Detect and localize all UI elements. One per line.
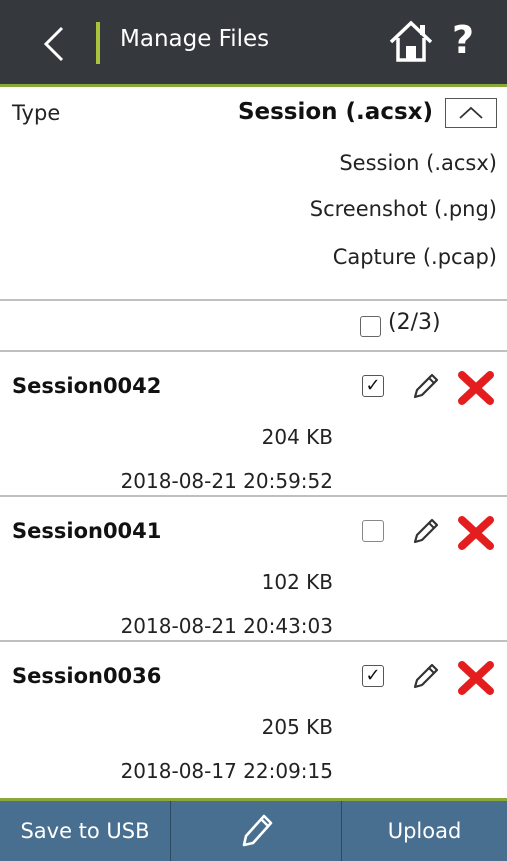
file-checkbox[interactable]: ✓ — [362, 375, 384, 397]
home-icon — [389, 20, 433, 62]
file-size: 205 KB — [261, 715, 333, 739]
pencil-icon — [242, 814, 273, 847]
header-divider — [96, 22, 100, 64]
edit-files-button[interactable] — [171, 801, 342, 861]
page-title: Manage Files — [120, 26, 270, 52]
pencil-icon — [413, 663, 439, 689]
pencil-icon — [413, 518, 439, 544]
pencil-icon — [413, 373, 439, 399]
back-button[interactable] — [34, 22, 78, 66]
delete-button[interactable] — [456, 369, 496, 407]
type-option-session[interactable]: Session (.acsx) — [339, 151, 497, 175]
chevron-left-icon — [43, 26, 64, 62]
file-date: 2018-08-21 20:43:03 — [120, 614, 333, 638]
list-item[interactable]: Session0041 102 KB 2018-08-21 20:43:03 — [0, 497, 507, 640]
file-checkbox[interactable]: ✓ — [362, 665, 384, 687]
edit-button[interactable] — [408, 515, 442, 549]
edit-button[interactable] — [408, 660, 442, 694]
file-date: 2018-08-17 22:09:15 — [120, 759, 333, 783]
help-button[interactable]: ? — [452, 14, 474, 66]
divider — [0, 299, 507, 301]
file-name: Session0036 — [12, 664, 162, 688]
type-option-capture[interactable]: Capture (.pcap) — [333, 245, 497, 269]
save-to-usb-label: Save to USB — [20, 819, 150, 843]
home-button[interactable] — [386, 16, 436, 66]
file-size: 102 KB — [261, 570, 333, 594]
upload-button[interactable]: Upload — [342, 801, 507, 861]
select-all-checkbox[interactable] — [360, 316, 381, 337]
delete-x-icon — [458, 661, 494, 695]
upload-label: Upload — [387, 819, 462, 843]
file-date: 2018-08-21 20:59:52 — [120, 469, 333, 493]
footer-toolbar: Save to USB Upload — [0, 798, 507, 861]
checkmark-icon: ✓ — [365, 375, 381, 396]
save-to-usb-button[interactable]: Save to USB — [0, 801, 171, 861]
selection-count: (2/3) — [388, 310, 441, 335]
edit-button[interactable] — [408, 370, 442, 404]
checkmark-icon: ✓ — [365, 665, 381, 686]
collapse-dropdown-button[interactable] — [445, 98, 497, 128]
file-name: Session0042 — [12, 374, 162, 398]
type-label: Type — [12, 101, 61, 125]
list-item[interactable]: Session0042 ✓ 204 KB 2018-08-21 20:59:52 — [0, 352, 507, 495]
file-name: Session0041 — [12, 519, 162, 543]
list-item[interactable]: Session0036 ✓ 205 KB 2018-08-17 22:09:15 — [0, 642, 507, 785]
type-selected-value[interactable]: Session (.acsx) — [238, 99, 433, 125]
file-size: 204 KB — [261, 425, 333, 449]
delete-button[interactable] — [456, 514, 496, 552]
file-checkbox[interactable] — [362, 520, 384, 542]
type-option-screenshot[interactable]: Screenshot (.png) — [310, 197, 497, 221]
delete-x-icon — [458, 516, 494, 550]
delete-x-icon — [458, 371, 494, 405]
header-bar: Manage Files ? — [0, 0, 507, 87]
delete-button[interactable] — [456, 659, 496, 697]
type-filter: Type Session (.acsx) Session (.acsx) Scr… — [0, 87, 507, 300]
chevron-up-icon — [459, 106, 483, 119]
